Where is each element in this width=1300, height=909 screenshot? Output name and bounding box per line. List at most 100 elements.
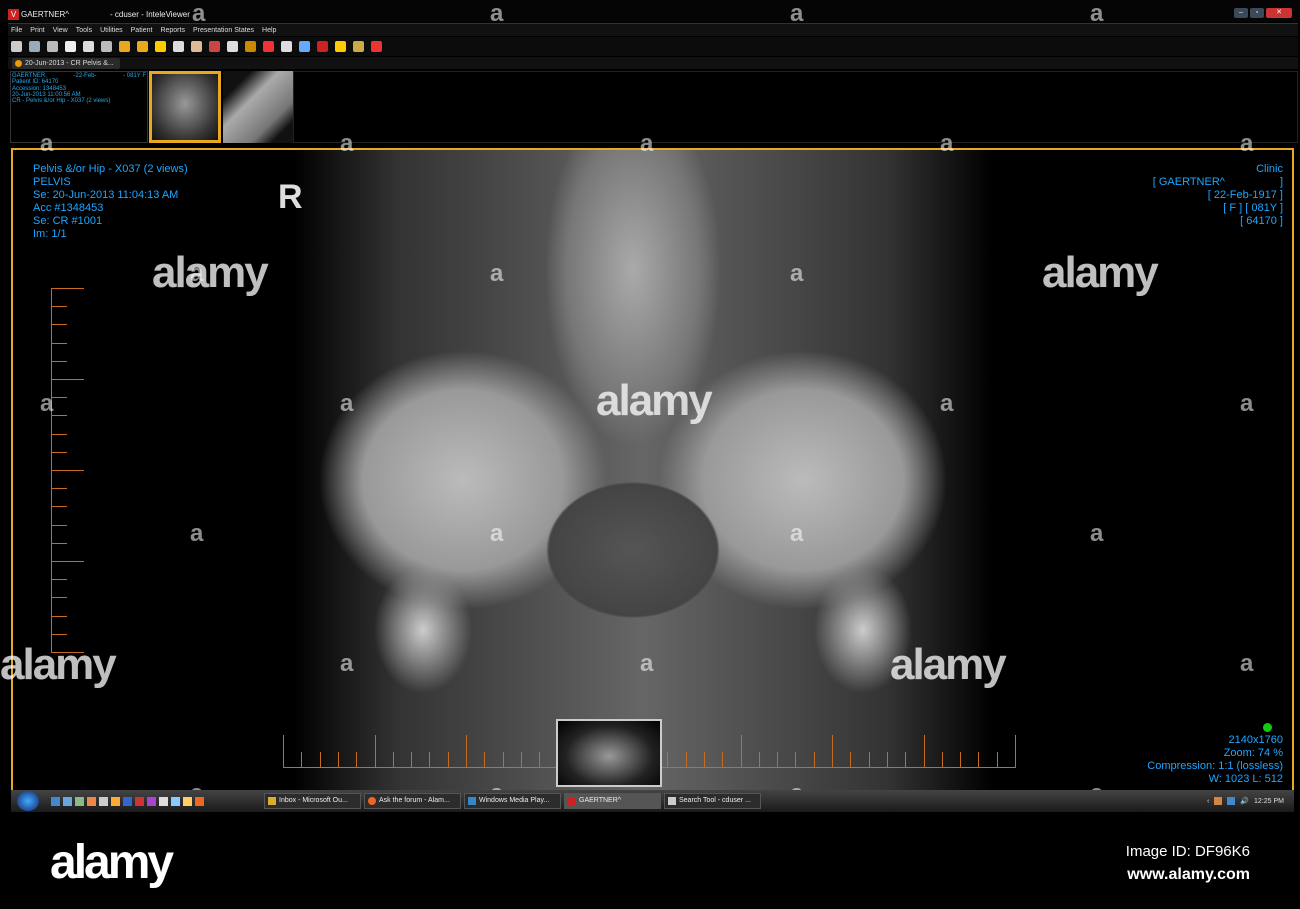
overlay-patient-id: [ 64170 ] [1240, 215, 1283, 227]
magnify-icon[interactable] [101, 41, 112, 52]
taskbar: Inbox - Microsoft Ou... Ask the forum - … [11, 790, 1294, 812]
quick-launch-icon[interactable] [87, 796, 96, 806]
close-study-icon[interactable] [371, 41, 382, 52]
key-image-icon[interactable] [335, 41, 346, 52]
thumbnail-hip-lateral[interactable] [223, 71, 293, 143]
watermark: alamy [1042, 248, 1159, 297]
thumbnail-pelvis-ap[interactable] [149, 71, 221, 143]
ruler-tick [51, 488, 67, 490]
overlay-top-right: Clinic [ GAERTNER^ ] [ 22-Feb-1917 ] [ F… [1153, 163, 1283, 228]
ruler-tick [51, 524, 67, 526]
quick-launch-icon[interactable] [63, 796, 72, 806]
clock[interactable]: 12:25 PM [1254, 798, 1284, 805]
watermark-letter: a [1090, 520, 1104, 547]
close-button[interactable]: ✕ [1266, 8, 1292, 18]
quick-launch-icon[interactable] [135, 796, 144, 806]
ruler-tick [484, 752, 486, 768]
monitor-icon[interactable] [299, 41, 310, 52]
task-search-tool[interactable]: Search Tool - cduser ... [664, 793, 761, 809]
quick-launch-icon[interactable] [99, 796, 108, 806]
quick-launch-icon[interactable] [195, 796, 204, 806]
overlay-sex-age: [ F ] [ 081Y ] [1223, 202, 1283, 214]
watermark-letter: a [190, 260, 204, 287]
annotate-icon[interactable] [173, 41, 184, 52]
maximize-button[interactable]: ▫ [1250, 8, 1264, 18]
xray-image[interactable] [293, 150, 993, 790]
ruler-tick [978, 752, 980, 768]
volume-icon[interactable]: 🔊 [1240, 797, 1249, 805]
quick-launch-icon[interactable] [159, 796, 168, 806]
watermark-letter: a [40, 390, 54, 417]
menu-reports[interactable]: Reports [160, 27, 185, 34]
line-icon[interactable] [227, 41, 238, 52]
invert-icon[interactable] [65, 41, 76, 52]
minimize-button[interactable]: – [1234, 8, 1248, 18]
align-icon[interactable] [191, 41, 202, 52]
menu-file[interactable]: File [11, 27, 22, 34]
overlay-study-desc: Pelvis &/or Hip - X037 (2 views) [33, 163, 188, 175]
start-button[interactable] [17, 791, 39, 811]
series-icon[interactable] [29, 41, 40, 52]
quick-launch-icon[interactable] [183, 796, 192, 806]
menu-tools[interactable]: Tools [76, 27, 92, 34]
menu-utilities[interactable]: Utilities [100, 27, 123, 34]
quick-launch-icon[interactable] [75, 796, 84, 806]
series-layout-icon[interactable] [281, 41, 292, 52]
ruler-tick [539, 752, 541, 768]
overlay-series: Se: CR #1001 [33, 215, 103, 227]
network-icon[interactable] [1227, 797, 1236, 805]
quick-launch-icon[interactable] [51, 796, 60, 806]
tray-expand-icon[interactable]: ‹ [1207, 798, 1209, 805]
system-tray: ‹ 🔊 12:25 PM [1207, 797, 1294, 805]
watermark-letter: a [1090, 0, 1104, 27]
menu-patient[interactable]: Patient [131, 27, 153, 34]
layout-icon[interactable] [209, 41, 220, 52]
measure-icon[interactable] [155, 41, 166, 52]
task-firefox[interactable]: Ask the forum - Alam... [364, 793, 461, 809]
grid-layout-icon[interactable] [263, 41, 274, 52]
inteleviewer-icon [568, 797, 576, 805]
quick-launch-icon[interactable] [171, 796, 180, 806]
compare-icon[interactable] [353, 41, 364, 52]
image-viewport[interactable]: R Pelvis &/or Hip - X037 (2 views) PELVI… [11, 148, 1294, 792]
watermark-letter: a [1240, 130, 1254, 157]
ruler-tick [337, 752, 339, 768]
fit-icon[interactable] [119, 41, 130, 52]
pan-icon[interactable] [83, 41, 94, 52]
watermark-letter: a [940, 390, 954, 417]
menu-print[interactable]: Print [30, 27, 44, 34]
ruler-tick [51, 451, 67, 453]
overlay-compression: Compression: 1:1 (lossless) [1147, 760, 1283, 772]
search-tool-icon [668, 797, 676, 805]
navigator-preview[interactable] [556, 719, 662, 787]
menu-view[interactable]: View [53, 27, 68, 34]
ruler-tick [51, 633, 67, 635]
ruler-tick [51, 579, 67, 581]
more-icon[interactable] [317, 41, 328, 52]
window-level-icon[interactable] [47, 41, 58, 52]
thumbnail-strip [293, 71, 1298, 143]
quick-launch-icon[interactable] [123, 796, 132, 806]
ruler-tick [740, 735, 742, 768]
cine-icon[interactable] [137, 41, 148, 52]
app-logo: V [8, 9, 19, 20]
ruler-tick [51, 433, 67, 435]
shutter-icon[interactable] [245, 41, 256, 52]
study-tab[interactable]: 20-Jun-2013 - CR Pelvis &... [12, 58, 120, 69]
ruler-tick [703, 752, 705, 768]
zoom-icon[interactable] [11, 41, 22, 52]
study-info-panel[interactable]: GAERTNER, -22-Feb- - 081Y F Patient ID: 64… [10, 71, 148, 143]
study-tab-label: 20-Jun-2013 - CR Pelvis &... [25, 60, 114, 67]
task-media-player[interactable]: Windows Media Play... [464, 793, 561, 809]
quick-launch-icon[interactable] [147, 796, 156, 806]
tray-app-icon[interactable] [1214, 797, 1223, 805]
quick-launch-icon[interactable] [111, 796, 120, 806]
firefox-icon [368, 797, 376, 805]
menu-help[interactable]: Help [262, 27, 276, 34]
watermark-letter: a [490, 520, 504, 547]
ruler-tick [51, 597, 67, 599]
task-outlook[interactable]: Inbox - Microsoft Ou... [264, 793, 361, 809]
task-inteleviewer[interactable]: GAERTNER^ [564, 793, 661, 809]
quick-launch [51, 796, 261, 806]
ruler-tick [868, 752, 870, 768]
